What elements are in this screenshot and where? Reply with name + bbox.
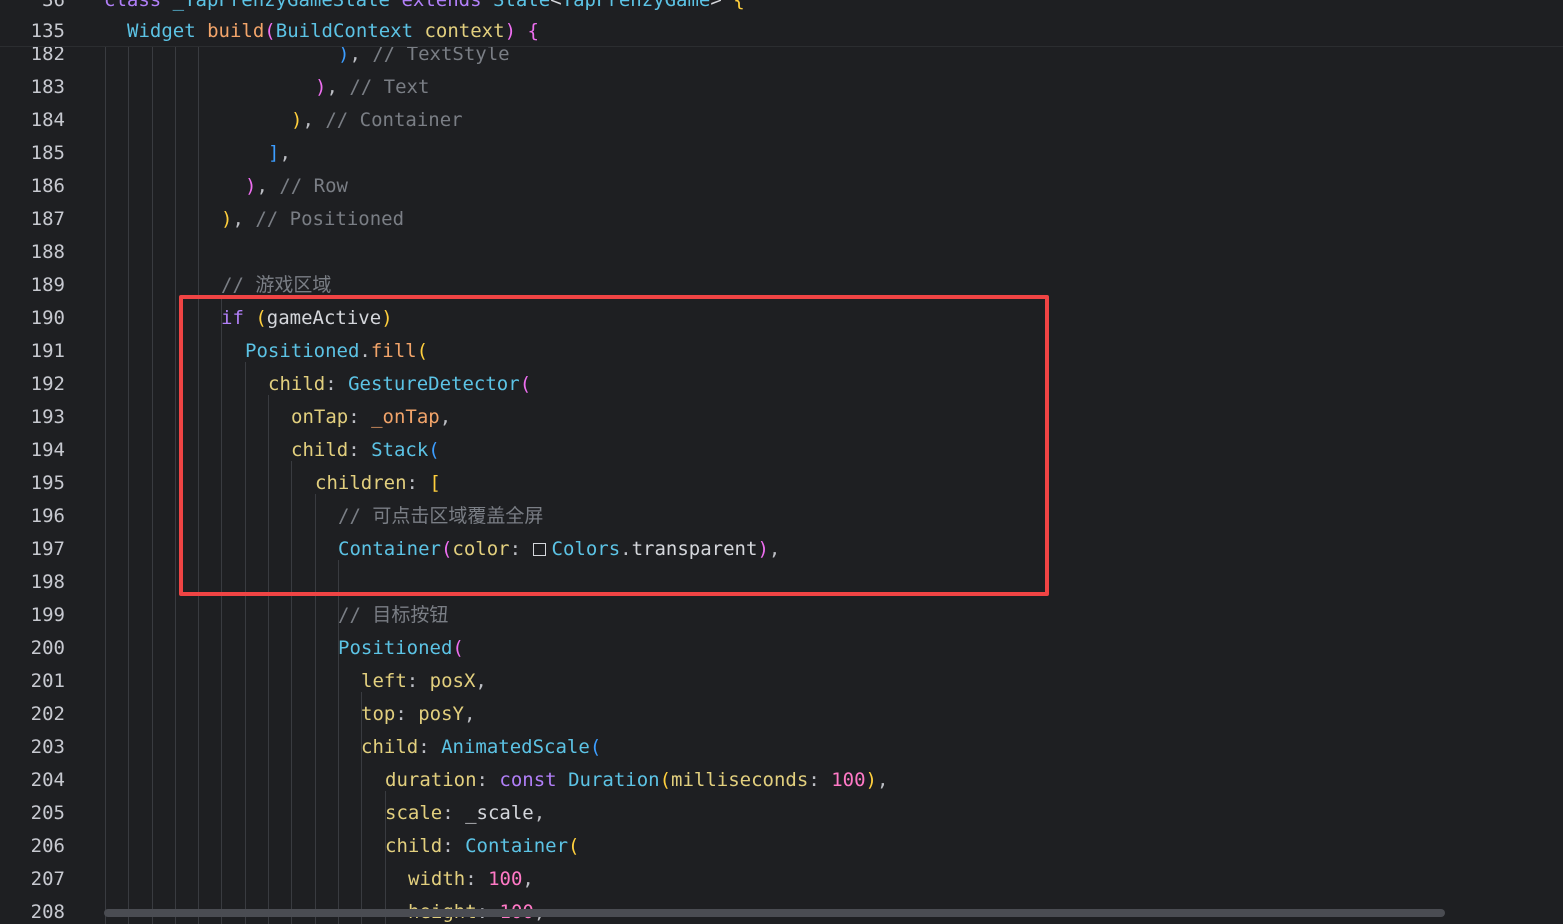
indent-guide — [361, 692, 362, 924]
line-number: 208 — [30, 901, 65, 923]
indent-guide — [175, 46, 176, 924]
code-row[interactable]: 186 ), // Row — [0, 170, 1563, 203]
code-row[interactable]: 188 — [0, 236, 1563, 269]
code-line: child: AnimatedScale( — [361, 736, 602, 758]
indent-guide — [198, 46, 199, 924]
code-row[interactable]: 199 // 目标按钮 — [0, 599, 1563, 632]
code-row[interactable]: 184 ), // Container — [0, 104, 1563, 137]
line-number: 196 — [30, 505, 65, 527]
code-row[interactable]: 205 scale: _scale, — [0, 797, 1563, 830]
code-line: child: Container( — [385, 835, 580, 857]
code-row[interactable]: 187 ), // Positioned — [0, 203, 1563, 236]
code-line: children: [ — [315, 472, 441, 494]
code-line: left: posX, — [361, 670, 487, 692]
code-row[interactable]: 207 width: 100, — [0, 863, 1563, 896]
line-number: 206 — [30, 835, 65, 857]
line-number: 189 — [30, 274, 65, 296]
code-line: ), // Positioned — [221, 208, 405, 230]
code-row[interactable]: 203 child: AnimatedScale( — [0, 731, 1563, 764]
code-row[interactable]: 204 duration: const Duration(millisecond… — [0, 764, 1563, 797]
code-line: width: 100, — [408, 868, 534, 890]
line-number: 187 — [30, 208, 65, 230]
line-number: 198 — [30, 571, 65, 593]
code-comment: // 目标按钮 — [338, 604, 449, 626]
code-line: class _TapFrenzyGameState extends State<… — [104, 0, 745, 11]
indent-guide — [245, 362, 246, 924]
indent-guide — [338, 560, 339, 924]
indent-guide — [105, 46, 106, 924]
code-line: child: GestureDetector( — [268, 373, 532, 395]
line-number: 193 — [30, 406, 65, 428]
indent-guide — [152, 46, 153, 924]
code-line: top: posY, — [361, 703, 476, 725]
code-line: duration: const Duration(milliseconds: 1… — [385, 769, 889, 791]
code-row[interactable]: 195 children: [ — [0, 467, 1563, 500]
code-row[interactable]: 193 onTap: _onTap, — [0, 401, 1563, 434]
line-number: 205 — [30, 802, 65, 824]
code-line: child: Stack( — [291, 439, 440, 461]
line-number: 202 — [30, 703, 65, 725]
line-number: 203 — [30, 736, 65, 758]
code-editor[interactable]: 36 class _TapFrenzyGameState extends Sta… — [0, 0, 1563, 924]
code-line: onTap: _onTap, — [291, 406, 452, 428]
code-line: ], — [268, 142, 291, 164]
line-number: 186 — [30, 175, 65, 197]
line-number: 36 — [42, 0, 65, 11]
code-line: Positioned.fill( — [245, 340, 429, 362]
line-number: 195 — [30, 472, 65, 494]
line-number: 185 — [30, 142, 65, 164]
line-number: 188 — [30, 241, 65, 263]
line-number: 191 — [30, 340, 65, 362]
indent-guide — [385, 791, 386, 924]
code-line: scale: _scale, — [385, 802, 546, 824]
code-row[interactable]: 206 child: Container( — [0, 830, 1563, 863]
line-number: 207 — [30, 868, 65, 890]
indent-guide — [315, 494, 316, 924]
code-line: Widget build(BuildContext context) { — [127, 20, 539, 42]
sticky-separator — [0, 46, 1563, 47]
code-row[interactable]: 200 Positioned( — [0, 632, 1563, 665]
code-line: if (gameActive) — [221, 307, 393, 329]
code-row[interactable]: 198 — [0, 566, 1563, 599]
sticky-line[interactable]: 36 class _TapFrenzyGameState extends Sta… — [0, 0, 1563, 15]
code-line: ), // Container — [291, 109, 463, 131]
horizontal-scrollbar[interactable] — [104, 909, 1445, 917]
code-line: ), // Text — [315, 76, 430, 98]
line-number: 135 — [30, 20, 65, 42]
line-number: 190 — [30, 307, 65, 329]
code-row[interactable]: 189 // 游戏区域 — [0, 269, 1563, 302]
indent-guide — [268, 395, 269, 924]
line-number: 204 — [30, 769, 65, 791]
code-row[interactable]: 196 // 可点击区域覆盖全屏 — [0, 500, 1563, 533]
code-row[interactable]: 183 ), // Text — [0, 71, 1563, 104]
code-row[interactable]: 191 Positioned.fill( — [0, 335, 1563, 368]
code-row[interactable]: 197 Container(color: Colors.transparent)… — [0, 533, 1563, 566]
code-row[interactable]: 192 child: GestureDetector( — [0, 368, 1563, 401]
line-number: 199 — [30, 604, 65, 626]
code-comment: // 可点击区域覆盖全屏 — [338, 505, 544, 527]
line-number: 194 — [30, 439, 65, 461]
code-row[interactable]: 194 child: Stack( — [0, 434, 1563, 467]
line-number: 200 — [30, 637, 65, 659]
code-comment: // 游戏区域 — [221, 274, 332, 296]
line-number: 192 — [30, 373, 65, 395]
indent-guide — [291, 461, 292, 924]
code-row[interactable]: 190 if (gameActive) — [0, 302, 1563, 335]
code-line: Positioned( — [338, 637, 464, 659]
line-number: 184 — [30, 109, 65, 131]
code-row[interactable]: 202 top: posY, — [0, 698, 1563, 731]
indent-guide — [128, 46, 129, 924]
line-number: 183 — [30, 76, 65, 98]
code-line: Container(color: Colors.transparent), — [338, 538, 781, 560]
line-number: 197 — [30, 538, 65, 560]
code-row[interactable]: 201 left: posX, — [0, 665, 1563, 698]
code-row[interactable]: 185 ], — [0, 137, 1563, 170]
indent-guide — [221, 296, 222, 924]
code-line: ), // Row — [245, 175, 348, 197]
sticky-line[interactable]: 135 Widget build(BuildContext context) { — [0, 16, 1563, 46]
line-number: 201 — [30, 670, 65, 692]
color-swatch-icon[interactable] — [532, 543, 546, 556]
